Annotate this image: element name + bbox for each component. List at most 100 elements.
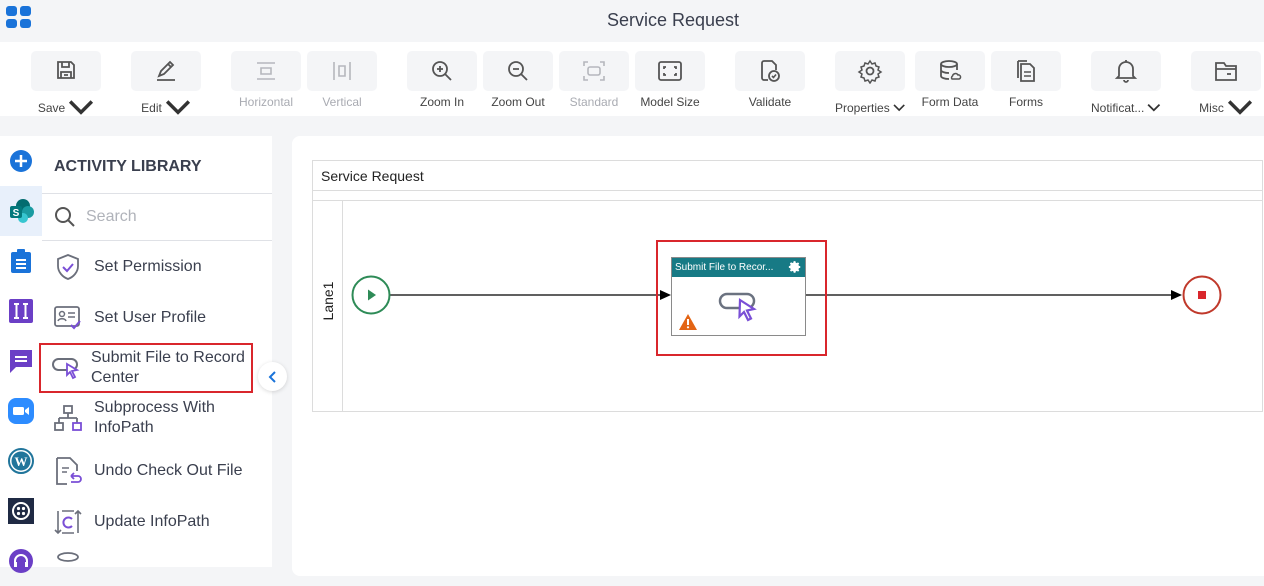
forms-icon — [1017, 60, 1035, 82]
library-search — [42, 194, 272, 241]
library-item-label: Set User Profile — [94, 309, 207, 326]
wordpress-icon: W — [8, 448, 34, 474]
library-item-undo-check-out-file[interactable]: Undo Check Out File — [42, 447, 272, 495]
forms-button[interactable]: Forms — [991, 51, 1061, 115]
activity-library-panel: ACTIVITY LIBRARY Set Permission Set User… — [39, 136, 272, 569]
edit-button[interactable]: Edit — [131, 51, 201, 115]
horizontal-layout-icon — [257, 62, 275, 80]
zoom-out-label: Zoom Out — [491, 95, 545, 109]
lane-header: Lane1 — [313, 201, 343, 411]
library-item-set-user-profile[interactable]: Set User Profile — [42, 294, 272, 342]
zoom-out-icon — [508, 61, 528, 81]
pencil-icon — [157, 60, 175, 81]
warning-icon[interactable] — [678, 313, 698, 331]
toolbar: Save Edit Horizontal Vertical Zoom In Zoom Ou… — [0, 42, 1264, 116]
zoom-in-label: Zoom In — [419, 95, 464, 109]
database-icon — [940, 60, 962, 80]
chevron-down-icon — [165, 100, 190, 115]
horizontal-label: Horizontal — [238, 95, 294, 109]
library-search-input[interactable] — [86, 208, 256, 226]
search-icon — [55, 207, 75, 227]
undo-checkout-icon — [56, 457, 82, 485]
horizontal-button[interactable]: Horizontal — [231, 51, 301, 115]
user-profile-icon — [54, 306, 81, 330]
library-item-set-permission[interactable]: Set Permission — [42, 243, 272, 291]
zoom-in-button[interactable]: Zoom In — [407, 51, 477, 115]
notificat-button[interactable]: Notificat... — [1091, 51, 1161, 115]
save-button[interactable]: Save — [31, 51, 101, 115]
rail-zoom-button[interactable] — [0, 386, 42, 436]
video-icon — [8, 398, 34, 424]
standard-button[interactable]: Standard — [559, 51, 629, 115]
library-item-subprocess-with-infopath[interactable]: Subprocess With InfoPath — [42, 394, 272, 442]
subprocess-icon — [54, 405, 82, 431]
plus-circle-icon — [10, 150, 32, 172]
library-item-label: Subprocess With InfoPath — [94, 399, 215, 436]
model-size-button[interactable]: Model Size — [635, 51, 705, 115]
save-label: Save — [37, 101, 66, 115]
pool-title: Service Request — [313, 161, 1262, 191]
save-icon — [57, 61, 75, 79]
rail-chat-button[interactable] — [0, 336, 42, 386]
chevron-down-icon — [69, 100, 94, 115]
chevron-down-icon — [1147, 103, 1161, 112]
chevron-down-icon — [1227, 100, 1252, 115]
start-event — [351, 275, 391, 315]
rail-wordpress-button[interactable]: W — [0, 436, 42, 486]
chevron-left-icon — [268, 370, 276, 383]
bell-icon — [1114, 60, 1138, 83]
rail-twilio-button[interactable] — [0, 486, 42, 536]
rail-sharepoint-button[interactable]: S — [0, 186, 42, 236]
form-data-label: Form Data — [921, 95, 979, 109]
rail-add-button[interactable] — [0, 136, 42, 186]
lane-label: Lane1 — [320, 281, 336, 321]
rail-support-button[interactable] — [0, 536, 42, 586]
vertical-button[interactable]: Vertical — [307, 51, 377, 115]
properties-label: Properties — [835, 101, 890, 115]
library-item-update-infopath[interactable]: Update InfoPath — [42, 498, 272, 546]
validate-icon — [761, 60, 780, 82]
library-item-label: Set Permission — [94, 258, 202, 275]
task-header: Submit File to Recor... — [672, 258, 805, 277]
misc-button[interactable]: Misc — [1191, 51, 1261, 115]
svg-text:W: W — [15, 454, 28, 469]
gear-icon[interactable] — [788, 260, 802, 274]
chevron-down-icon — [893, 104, 905, 112]
notificat-label: Notificat... — [1091, 101, 1145, 115]
library-item-partial[interactable] — [42, 549, 272, 569]
sharepoint-icon: S — [10, 199, 34, 223]
clipboard-icon — [11, 249, 31, 273]
folder-icon — [1215, 62, 1237, 81]
misc-label: Misc — [1199, 101, 1224, 115]
form-data-button[interactable]: Form Data — [915, 51, 985, 115]
gear-icon — [857, 59, 883, 84]
edit-label: Edit — [141, 101, 162, 115]
model-size-label: Model Size — [640, 95, 700, 109]
model-size-icon — [658, 61, 682, 81]
library-item-submit-file-to-record-center[interactable]: Submit File to Record Center — [39, 343, 253, 393]
task-submit-file-to-record-center[interactable]: Submit File to Recor... — [671, 257, 806, 336]
end-event — [1182, 275, 1222, 315]
vertical-label: Vertical — [322, 95, 362, 109]
zoom-in-icon — [432, 61, 452, 81]
twilio-icon — [8, 498, 34, 524]
properties-button[interactable]: Properties — [835, 51, 905, 115]
text-tool-icon — [9, 299, 33, 323]
library-title: ACTIVITY LIBRARY — [42, 136, 272, 194]
library-item-label: Undo Check Out File — [94, 462, 243, 479]
collapse-library-button[interactable] — [258, 362, 287, 391]
forms-label: Forms — [1009, 95, 1043, 109]
rail-text-tool-button[interactable] — [0, 286, 42, 336]
zoom-out-button[interactable]: Zoom Out — [483, 51, 553, 115]
top-bar: Service Request — [0, 0, 1264, 42]
svg-text:S: S — [13, 208, 20, 219]
update-infopath-icon — [54, 509, 82, 535]
standard-size-icon — [583, 61, 605, 81]
rail-clipboard-button[interactable] — [0, 236, 42, 286]
standard-label: Standard — [569, 95, 619, 109]
vertical-layout-icon — [333, 62, 351, 80]
chat-icon — [10, 350, 32, 373]
headset-icon — [9, 549, 33, 573]
task-title: Submit File to Recor... — [675, 262, 774, 273]
validate-button[interactable]: Validate — [735, 51, 805, 115]
